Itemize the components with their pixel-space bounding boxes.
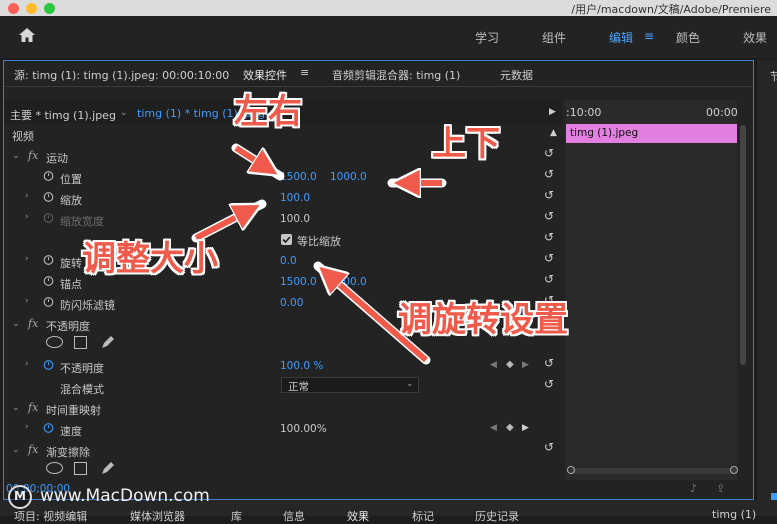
arrow-left-right xyxy=(234,145,272,171)
annotation-left-right: 左右 xyxy=(234,92,302,132)
annotation-up-down: 上下 xyxy=(432,124,500,164)
annotation-rotate: 调旋转设置 xyxy=(398,300,568,340)
annotation-resize: 调整大小 xyxy=(82,239,218,279)
